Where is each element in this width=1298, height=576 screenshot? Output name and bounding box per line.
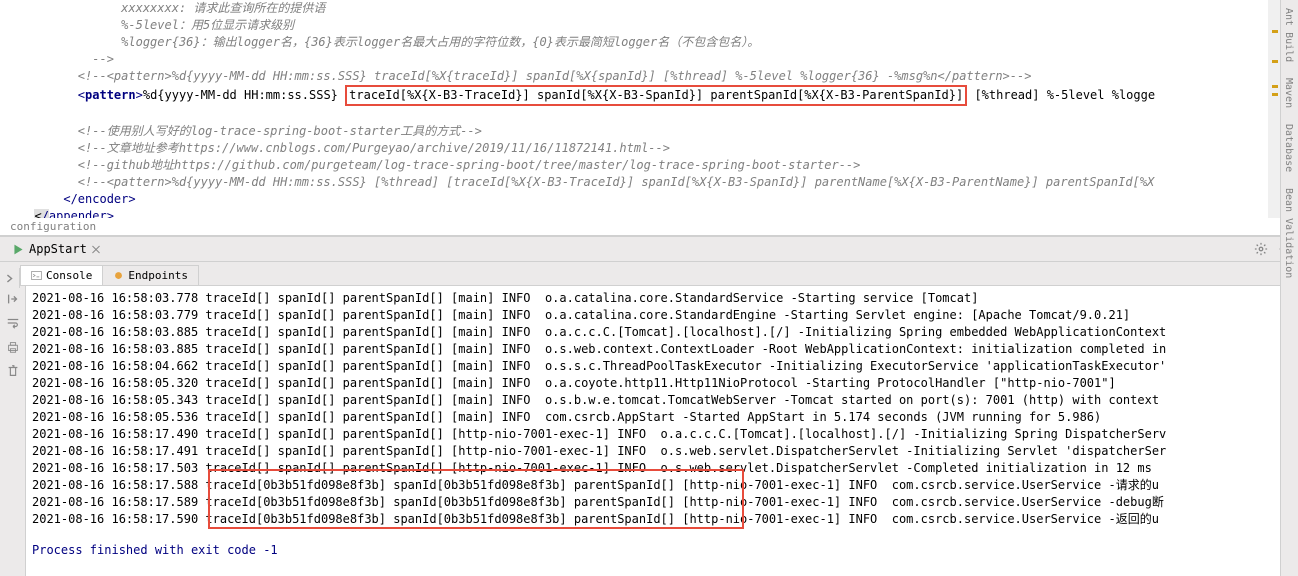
warning-marker[interactable] xyxy=(1272,30,1278,33)
log-line: 2021-08-16 16:58:03.885 traceId[] spanId… xyxy=(32,324,1292,341)
warning-marker[interactable] xyxy=(1272,93,1278,96)
tab-endpoints[interactable]: Endpoints xyxy=(102,265,199,285)
log-line: 2021-08-16 16:58:05.536 traceId[] spanId… xyxy=(32,409,1292,426)
right-tool-tabs: Ant Build Maven Database Bean Validation xyxy=(1280,0,1298,576)
console-expand-icon[interactable] xyxy=(0,268,20,288)
scroll-end-icon[interactable] xyxy=(6,292,20,306)
warning-marker[interactable] xyxy=(1272,60,1278,63)
log-line: 2021-08-16 16:58:05.343 traceId[] spanId… xyxy=(32,392,1292,409)
wrap-icon[interactable] xyxy=(6,316,20,330)
log-line: 2021-08-16 16:58:03.885 traceId[] spanId… xyxy=(32,341,1292,358)
close-tag: </encoder> xyxy=(20,191,1298,208)
editor-scrollbar[interactable] xyxy=(1268,0,1280,218)
comment-line: <!--<pattern>%d{yyyy-MM-dd HH:mm:ss.SSS}… xyxy=(20,175,1154,189)
tab-database[interactable]: Database xyxy=(1281,116,1296,180)
run-tab-bar: AppStart xyxy=(0,236,1298,262)
comment-line: <!--<pattern>%d{yyyy-MM-dd HH:mm:ss.SSS}… xyxy=(20,69,1031,83)
log-line: 2021-08-16 16:58:17.491 traceId[] spanId… xyxy=(32,443,1292,460)
print-icon[interactable] xyxy=(6,340,20,354)
tab-maven[interactable]: Maven xyxy=(1281,70,1296,116)
warning-marker[interactable] xyxy=(1272,85,1278,88)
console-icon xyxy=(31,270,42,281)
pattern-line: <pattern>%d{yyyy-MM-dd HH:mm:ss.SSS} tra… xyxy=(20,85,1298,106)
close-icon[interactable] xyxy=(91,244,101,254)
console-output[interactable]: 2021-08-16 16:58:03.778 traceId[] spanId… xyxy=(26,286,1298,576)
log-line: 2021-08-16 16:58:17.490 traceId[] spanId… xyxy=(32,426,1292,443)
log-line: 2021-08-16 16:58:04.662 traceId[] spanId… xyxy=(32,358,1292,375)
comment-line: xxxxxxxx: 请求此查询所在的提供语 xyxy=(20,1,325,15)
comment-line: <!--文章地址参考https://www.cnblogs.com/Purgey… xyxy=(20,141,670,155)
log-line: 2021-08-16 16:58:17.590 traceId[0b3b51fd… xyxy=(32,511,1292,528)
comment-line: %-5level：用5位显示请求级别 xyxy=(20,18,294,32)
log-line: 2021-08-16 16:58:05.320 traceId[] spanId… xyxy=(32,375,1292,392)
comment-line: --> xyxy=(20,52,114,66)
run-tab-label: AppStart xyxy=(29,242,87,256)
gear-icon[interactable] xyxy=(1254,242,1268,256)
run-icon xyxy=(12,243,25,256)
highlighted-pattern: traceId[%X{X-B3-TraceId}] spanId[%X{X-B3… xyxy=(345,85,967,106)
chevron-right-icon xyxy=(4,273,15,284)
run-tab-appstart[interactable]: AppStart xyxy=(6,240,107,258)
comment-line: <!--使用别人写好的log-trace-spring-boot-starter… xyxy=(20,124,482,138)
log-line: 2021-08-16 16:58:17.588 traceId[0b3b51fd… xyxy=(32,477,1292,494)
tab-bean-validation[interactable]: Bean Validation xyxy=(1281,180,1296,286)
endpoints-icon xyxy=(113,270,124,281)
close-tag: </appender> xyxy=(20,208,1298,218)
log-line: 2021-08-16 16:58:17.589 traceId[0b3b51fd… xyxy=(32,494,1292,511)
code-editor[interactable]: xxxxxxxx: 请求此查询所在的提供语 %-5level：用5位显示请求级别… xyxy=(0,0,1298,218)
process-exit-line: Process finished with exit code -1 xyxy=(32,542,1292,559)
breadcrumb[interactable]: configuration xyxy=(0,218,1298,236)
console-gutter xyxy=(0,286,26,576)
log-line: 2021-08-16 16:58:17.503 traceId[] spanId… xyxy=(32,460,1292,477)
comment-line: %logger{36}：输出logger名，{36}表示logger名最大占用的… xyxy=(20,35,759,49)
tab-ant[interactable]: Ant Build xyxy=(1281,0,1296,70)
console-tabs: Console Endpoints xyxy=(0,262,1298,286)
trash-icon[interactable] xyxy=(6,364,20,378)
log-line: 2021-08-16 16:58:03.778 traceId[] spanId… xyxy=(32,290,1292,307)
comment-line: <!--github地址https://github.com/purgeteam… xyxy=(20,158,860,172)
tab-console[interactable]: Console xyxy=(20,265,103,285)
log-line: 2021-08-16 16:58:03.779 traceId[] spanId… xyxy=(32,307,1292,324)
blank-line xyxy=(20,106,1298,123)
